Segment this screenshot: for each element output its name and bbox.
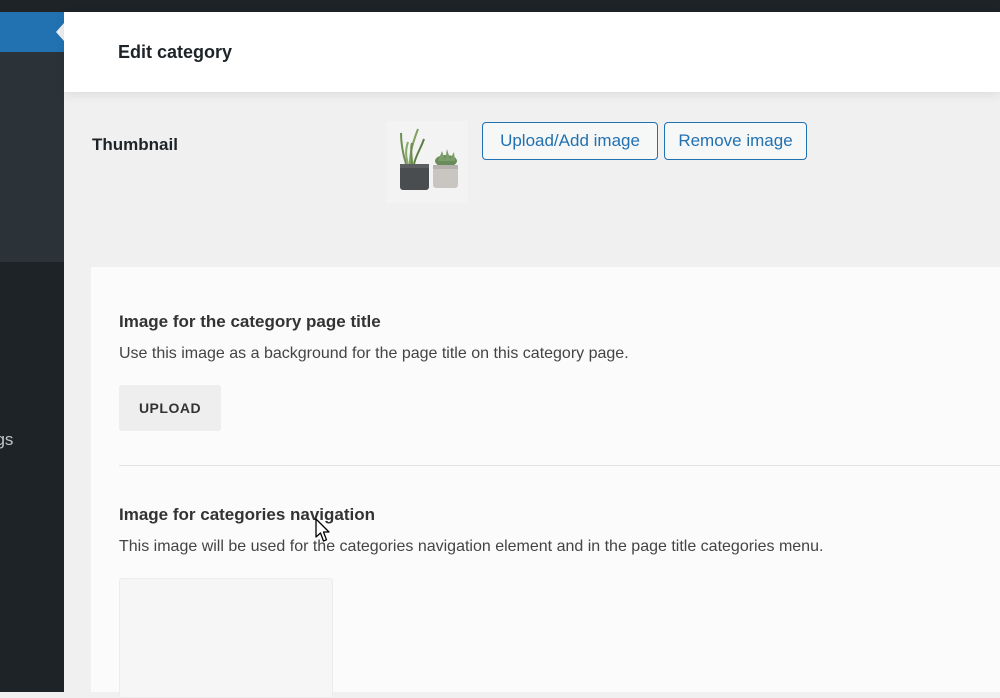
category-thumbnail-image	[386, 121, 468, 203]
page-title-image-description: Use this image as a background for the p…	[119, 345, 629, 362]
upload-add-image-button[interactable]: Upload/Add image	[482, 122, 658, 160]
page-header: Edit category	[64, 12, 1000, 92]
sidebar-item-settings-label[interactable]: ngs	[0, 430, 13, 450]
section-divider	[119, 465, 1000, 466]
category-images-panel: Image for the category page title Use th…	[91, 267, 1000, 698]
nav-image-heading: Image for categories navigation	[119, 505, 376, 524]
sidebar-submenu	[0, 52, 64, 262]
admin-top-bar	[0, 0, 1000, 12]
page-title: Edit category	[118, 42, 233, 62]
nav-image-upload-slot[interactable]	[119, 578, 333, 698]
page-title-image-heading: Image for the category page title	[119, 312, 381, 331]
plant-pots-thumbnail	[386, 121, 468, 203]
remove-image-button[interactable]: Remove image	[664, 122, 807, 160]
page-title-image-upload-button[interactable]: UPLOAD	[119, 385, 221, 431]
thumbnail-label: Thumbnail	[92, 135, 178, 154]
mouse-cursor-icon	[315, 518, 330, 542]
admin-sidebar: ngs	[0, 12, 64, 692]
nav-image-description: This image will be used for the categori…	[119, 538, 824, 555]
sidebar-active-item[interactable]	[0, 12, 64, 52]
sidebar-active-arrow	[56, 23, 64, 41]
